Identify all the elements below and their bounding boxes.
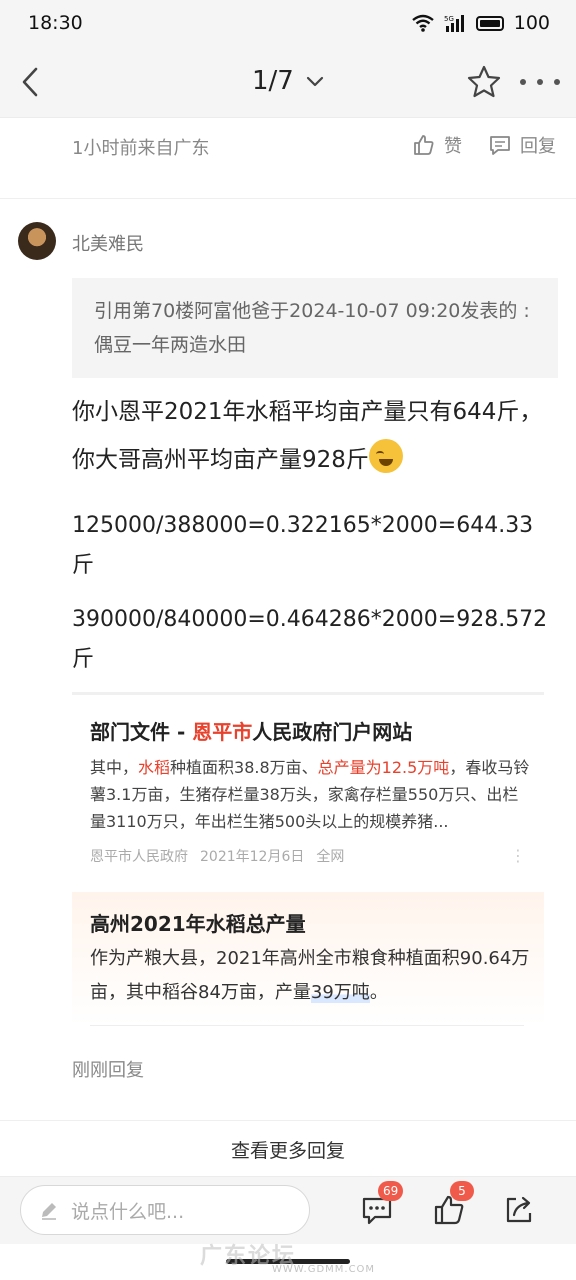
more-dot-icon [554, 79, 560, 85]
previous-like-button[interactable]: 赞 [412, 132, 462, 158]
like-button[interactable]: 5 [432, 1181, 474, 1227]
previous-comment-meta: 1小时前来自广东 [72, 138, 210, 159]
result-more-icon[interactable]: ⋮ [510, 846, 526, 865]
thumbs-up-icon [414, 135, 434, 155]
like-label: 赞 [444, 136, 462, 157]
comment-timestamp: 刚刚回复 [72, 1060, 144, 1081]
snippet-highlight: 总产量为12.5万吨 [317, 758, 450, 777]
more-options-button[interactable] [520, 64, 560, 100]
avatar[interactable] [18, 222, 56, 260]
view-more-replies-link[interactable]: 查看更多回复 [0, 1136, 576, 1163]
result-1-title[interactable]: 部门文件 - 恩平市人民政府门户网站 [90, 716, 412, 745]
result-2-snippet: 作为产粮大县，2021年高州全市粮食种植面积90.64万亩，其中稻谷84万亩，产… [90, 942, 530, 1010]
star-icon [467, 65, 501, 98]
top-nav-bar: 1/7 [0, 46, 576, 118]
calculation-line-1: 125000/388000=0.322165*2000=644.33斤 [72, 513, 534, 578]
signal-icon: 5G [444, 15, 464, 32]
snippet-highlight: 水稻 [138, 758, 171, 777]
laughing-crying-emoji-icon [368, 439, 403, 473]
quoted-post: 引用第70楼阿富他爸于2024-10-07 09:20发表的 :偶豆一年两造水田 [72, 278, 558, 378]
snippet-text: 种植面积38.8万亩、 [170, 758, 318, 777]
source-scope: 全网 [316, 849, 345, 865]
share-button[interactable] [502, 1193, 536, 1227]
pencil-icon [42, 1203, 56, 1220]
result-1-title-prefix: 部门文件 - [90, 720, 193, 744]
comment-input-placeholder: 说点什么吧... [71, 1200, 185, 1223]
share-icon [506, 1196, 532, 1223]
network-label: 5G [444, 15, 454, 23]
result-2-card[interactable]: 高州2021年水稻总产量 作为产粮大县，2021年高州全市粮食种植面积90.64… [72, 892, 544, 1026]
divider [0, 198, 576, 199]
wifi-icon [411, 14, 434, 32]
search-result-cards: 部门文件 - 恩平市人民政府门户网站 其中，水稻种植面积38.8万亩、总产量为1… [72, 692, 544, 1026]
page-indicator-label: 1/7 [251, 66, 294, 96]
reply-label: 回复 [520, 136, 556, 157]
comment-input[interactable]: 说点什么吧... [20, 1185, 310, 1235]
divider [0, 1120, 576, 1121]
result-1-snippet: 其中，水稻种植面积38.8万亩、总产量为12.5万吨，春收马铃薯3.1万亩，生猪… [90, 754, 530, 835]
status-time: 18:30 [28, 12, 83, 34]
comment-count-badge: 69 [378, 1181, 404, 1201]
source-date: 2021年12月6日 [200, 849, 305, 865]
comment-icon [490, 136, 510, 155]
source-name: 恩平市人民政府 [90, 849, 188, 865]
previous-reply-button[interactable]: 回复 [488, 132, 556, 158]
snippet-text: 作为产粮大县，2021年高州全市粮食种植面积90.64万亩，其中稻谷84万亩，产… [90, 948, 530, 1003]
comment-body: 你小恩平2021年水稻平均亩产量只有644斤，你大哥高州平均亩产量928斤 [72, 399, 543, 473]
bottom-action-bar: 说点什么吧... 69 5 [0, 1176, 576, 1244]
divider [90, 1025, 524, 1026]
divider [72, 692, 544, 695]
snippet-text: 。 [369, 982, 388, 1003]
comment-username[interactable]: 北美难民 [72, 230, 144, 256]
status-icons: 5G 100 [411, 12, 550, 34]
watermark-url: WWW.GDMM.COM [272, 1264, 376, 1275]
like-count-badge: 5 [450, 1181, 474, 1201]
result-1-source: 恩平市人民政府 2021年12月6日 全网 [90, 846, 356, 866]
status-bar: 18:30 5G 100 [0, 0, 576, 46]
chevron-down-icon [306, 76, 324, 86]
battery-icon [475, 15, 504, 31]
snippet-text: 其中， [90, 758, 139, 777]
more-dot-icon [520, 79, 526, 85]
result-1-title-suffix: 人民政府门户网站 [252, 720, 413, 744]
more-dot-icon [537, 79, 543, 85]
result-2-title: 高州2021年水稻总产量 [90, 912, 306, 936]
comments-button[interactable]: 69 [360, 1181, 404, 1227]
battery-level: 100 [513, 12, 550, 34]
snippet-highlight: 39万吨 [310, 982, 370, 1003]
comment-text: 你小恩平2021年水稻平均亩产量只有644斤，你大哥高州平均亩产量928斤 [72, 388, 552, 484]
calculation-line-2: 390000/840000=0.464286*2000=928.572斤 [72, 607, 548, 672]
result-1-title-highlight: 恩平市 [192, 720, 253, 744]
favorite-button[interactable] [466, 64, 502, 100]
